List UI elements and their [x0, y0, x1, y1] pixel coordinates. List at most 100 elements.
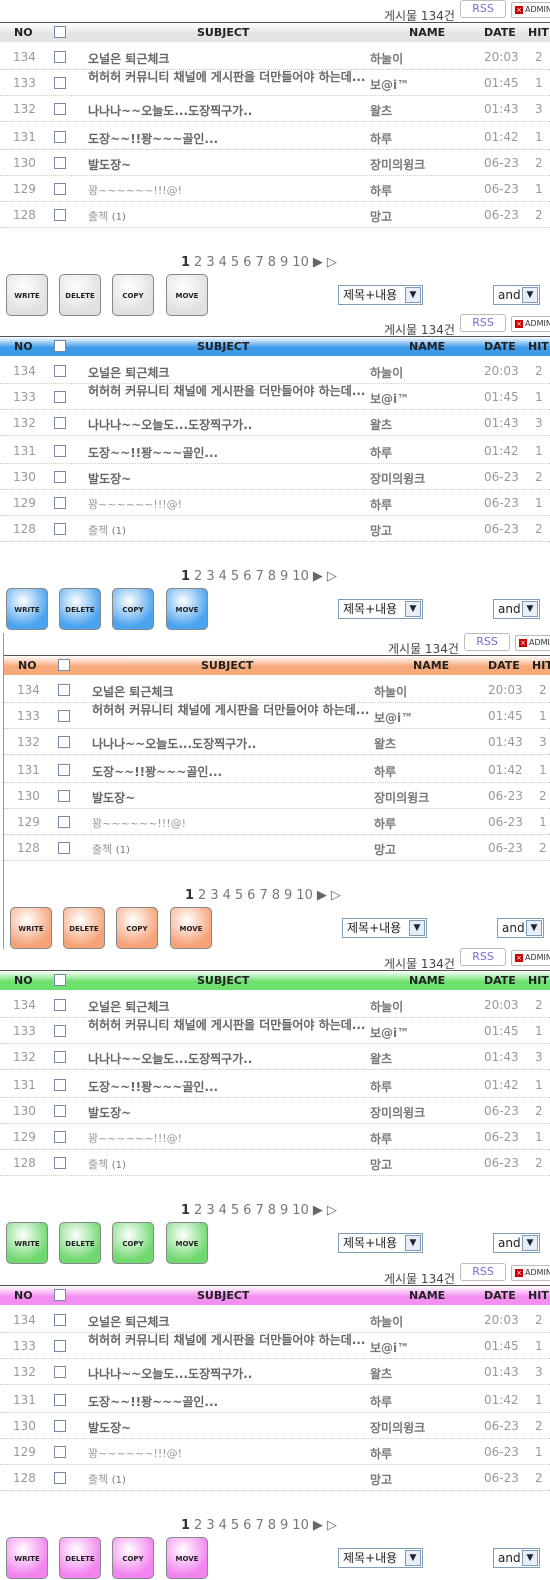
row-subject-link[interactable]: 꽝~~~~~~!!!@! [88, 496, 182, 512]
select-all-checkbox[interactable] [58, 659, 70, 671]
page-link[interactable]: 3 [206, 255, 214, 270]
delete-button[interactable]: DELETE [59, 1537, 101, 1579]
next-page-icon[interactable]: ▶ [313, 1203, 323, 1218]
row-checkbox[interactable] [58, 816, 70, 828]
page-link[interactable]: 1 [185, 888, 194, 903]
row-author[interactable]: 장미의윙크 [374, 789, 429, 806]
row-subject-link[interactable]: 오널은 퇴근체크 [88, 998, 169, 1015]
table-row[interactable]: 133 허허허 커뮤니티 채널에 게시판을 더만들어야 하는데... 보@i™ 01:… [4, 703, 550, 729]
row-author[interactable]: 보@i™ [370, 1339, 409, 1356]
row-checkbox[interactable] [54, 471, 66, 483]
row-author[interactable]: 보@i™ [374, 709, 413, 726]
move-button[interactable]: MOVE [170, 907, 212, 949]
write-button[interactable]: WRITE [6, 274, 48, 316]
copy-button[interactable]: COPY [112, 588, 154, 630]
page-link[interactable]: 1 [181, 1203, 190, 1218]
row-checkbox[interactable] [58, 790, 70, 802]
row-checkbox[interactable] [58, 736, 70, 748]
move-button[interactable]: MOVE [166, 274, 208, 316]
copy-button[interactable]: COPY [116, 907, 158, 949]
row-subject-link[interactable]: 오널은 퇴근체크 [88, 50, 169, 67]
row-checkbox[interactable] [54, 1157, 66, 1169]
admin-button[interactable]: ×ADMIN [511, 1265, 550, 1281]
page-link[interactable]: 2 [194, 569, 202, 584]
admin-button[interactable]: ×ADMIN [515, 635, 550, 651]
row-checkbox[interactable] [54, 183, 66, 195]
row-checkbox[interactable] [58, 842, 70, 854]
chevron-down-icon[interactable]: ▼ [526, 920, 542, 936]
row-author[interactable]: 하눌이 [374, 683, 407, 700]
table-row[interactable]: 129 꽝~~~~~~!!!@! 하루 06-23 1 [0, 1439, 550, 1465]
page-link[interactable]: 7 [255, 569, 263, 584]
table-row[interactable]: 134 오널은 퇴근체크 하눌이 20:03 2 [0, 992, 550, 1018]
page-link[interactable]: 2 [194, 1203, 202, 1218]
page-link[interactable]: 5 [235, 888, 243, 903]
move-button[interactable]: MOVE [166, 1222, 208, 1264]
chevron-down-icon[interactable]: ▼ [409, 920, 425, 936]
row-subject-link[interactable]: 나나나~~오늘도...도장찍구가.. [92, 735, 256, 752]
row-subject-link[interactable]: 허허허 커뮤니티 채널에 게시판을 더만들어야 하는데... [88, 1019, 368, 1032]
page-link[interactable]: 6 [243, 1203, 251, 1218]
table-row[interactable]: 133 허허허 커뮤니티 채널에 게시판을 더만들어야 하는데... 보@i™ 01:… [0, 1018, 550, 1044]
last-page-icon[interactable]: ▷ [331, 888, 341, 903]
row-author[interactable]: 장미의윙크 [370, 156, 425, 173]
table-row[interactable]: 128 출첵 (1) 망고 06-23 2 [0, 516, 550, 542]
last-page-icon[interactable]: ▷ [327, 1518, 337, 1533]
table-row[interactable]: 132 나나나~~오늘도...도장찍구가.. 왈츠 01:43 3 [4, 729, 550, 755]
row-checkbox[interactable] [54, 445, 66, 457]
row-author[interactable]: 하루 [370, 1445, 392, 1462]
row-checkbox[interactable] [54, 999, 66, 1011]
search-field-select[interactable]: 제목+내용 ▼ [338, 1233, 423, 1253]
copy-button[interactable]: COPY [112, 1537, 154, 1579]
row-checkbox[interactable] [54, 1025, 66, 1037]
search-field-select[interactable]: 제목+내용 ▼ [338, 599, 423, 619]
row-author[interactable]: 장미의윙크 [370, 470, 425, 487]
move-button[interactable]: MOVE [166, 588, 208, 630]
rss-button[interactable]: RSS [460, 0, 506, 18]
select-all-checkbox[interactable] [54, 340, 66, 352]
row-subject-link[interactable]: 출첵 (1) [88, 208, 126, 224]
admin-button[interactable]: ×ADMIN [511, 316, 550, 332]
row-checkbox[interactable] [54, 1105, 66, 1117]
chevron-down-icon[interactable]: ▼ [522, 601, 538, 617]
row-subject-link[interactable]: 출첵 (1) [88, 1156, 126, 1172]
page-link[interactable]: 3 [206, 1203, 214, 1218]
search-operator-select[interactable]: and ▼ [493, 285, 540, 305]
copy-button[interactable]: COPY [112, 274, 154, 316]
row-checkbox[interactable] [58, 710, 70, 722]
row-author[interactable]: 보@i™ [370, 390, 409, 407]
row-author[interactable]: 보@i™ [370, 1024, 409, 1041]
row-subject-link[interactable]: 도장~~!!꽝~~~골인... [92, 763, 222, 780]
row-checkbox[interactable] [54, 131, 66, 143]
row-subject-link[interactable]: 허허허 커뮤니티 채널에 게시판을 더만들어야 하는데... [88, 71, 368, 84]
row-subject-link[interactable]: 오널은 퇴근체크 [88, 364, 169, 381]
row-subject-link[interactable]: 나나나~~오늘도...도장찍구가.. [88, 1050, 252, 1067]
table-row[interactable]: 131 도장~~!!꽝~~~골인... 하루 01:42 1 [0, 1387, 550, 1413]
chevron-down-icon[interactable]: ▼ [405, 601, 421, 617]
row-subject-link[interactable]: 오널은 퇴근체크 [92, 683, 173, 700]
page-link[interactable]: 10 [296, 888, 313, 903]
page-link[interactable]: 5 [231, 569, 239, 584]
row-author[interactable]: 하루 [370, 1078, 392, 1095]
page-link[interactable]: 9 [284, 888, 292, 903]
row-author[interactable]: 하루 [370, 1393, 392, 1410]
row-subject-link[interactable]: 꽝~~~~~~!!!@! [92, 815, 186, 831]
chevron-down-icon[interactable]: ▼ [522, 1550, 538, 1566]
page-link[interactable]: 8 [268, 569, 276, 584]
row-checkbox[interactable] [54, 1314, 66, 1326]
page-link[interactable]: 1 [181, 569, 190, 584]
row-author[interactable]: 장미의윙크 [370, 1419, 425, 1436]
search-operator-select[interactable]: and ▼ [493, 1548, 540, 1568]
row-checkbox[interactable] [58, 684, 70, 696]
admin-button[interactable]: ×ADMIN [511, 950, 550, 966]
row-subject-link[interactable]: 꽝~~~~~~!!!@! [88, 182, 182, 198]
table-row[interactable]: 132 나나나~~오늘도...도장찍구가.. 왈츠 01:43 3 [0, 1044, 550, 1070]
row-subject-link[interactable]: 나나나~~오늘도...도장찍구가.. [88, 416, 252, 433]
search-field-select[interactable]: 제목+내용 ▼ [338, 285, 423, 305]
move-button[interactable]: MOVE [166, 1537, 208, 1579]
row-author[interactable]: 보@i™ [370, 76, 409, 93]
row-author[interactable]: 하눌이 [370, 364, 403, 381]
page-link[interactable]: 5 [231, 255, 239, 270]
row-subject-link[interactable]: 나나나~~오늘도...도장찍구가.. [88, 1365, 252, 1382]
write-button[interactable]: WRITE [6, 588, 48, 630]
